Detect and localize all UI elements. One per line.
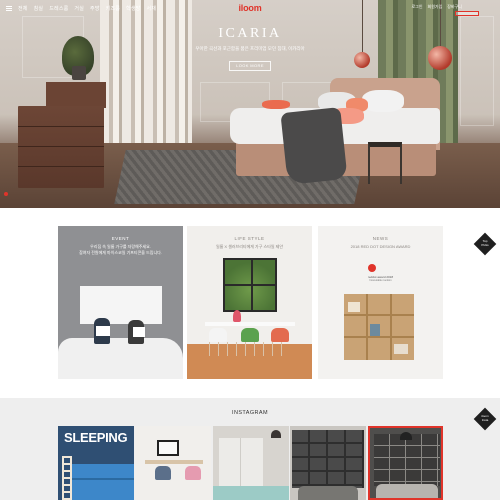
- hamburger-menu-icon[interactable]: [6, 5, 12, 11]
- bookshelf: [374, 434, 440, 486]
- nav-item[interactable]: 거실: [74, 5, 84, 12]
- nav-item[interactable]: 침실: [34, 5, 44, 12]
- lamp-cord: [362, 0, 363, 52]
- nav-item[interactable]: 학생방: [126, 5, 140, 12]
- card-text: 참여자 전원에게 마이스코일 기프티콘을 드립니다.: [79, 250, 162, 255]
- pendant-lamp-icon: [354, 52, 370, 68]
- bunk-bed: [72, 464, 134, 500]
- flower-vase: [233, 310, 241, 322]
- window-light: [80, 286, 162, 324]
- instagram-tile[interactable]: [368, 426, 443, 500]
- monitor: [157, 440, 179, 456]
- news-card[interactable]: NEWS 2018 RED DOT DESIGN AWARD reddot aw…: [318, 226, 443, 379]
- nav-item[interactable]: 주방: [90, 5, 100, 12]
- chair: [155, 466, 171, 480]
- green-window: [223, 258, 277, 312]
- instagram-tile[interactable]: [135, 426, 211, 500]
- card-category: EVENT: [111, 236, 130, 241]
- award-label: honourable mention: [369, 279, 392, 282]
- instagram-title: INSTAGRAM: [232, 410, 268, 416]
- dining-table: [205, 322, 295, 326]
- instagram-tile[interactable]: SLEEPING: [58, 426, 134, 500]
- shelf-item: [394, 344, 408, 354]
- wall-molding: [460, 16, 494, 126]
- chair-legs: [209, 342, 289, 356]
- pendant-lamp-icon: [428, 46, 452, 70]
- instagram-tile[interactable]: [213, 426, 289, 500]
- hero-title: ICARIA: [218, 26, 282, 41]
- desk: [145, 460, 203, 464]
- main-nav: 전체 침실 드레스룸 거실 주방 키즈룸 학생방 서재: [6, 3, 156, 13]
- shelf-item: [370, 324, 380, 336]
- chair: [209, 328, 227, 342]
- insta-tag-label: iloom Insta: [474, 414, 496, 422]
- nav-item[interactable]: 서재: [146, 5, 156, 12]
- tile-headline: SLEEPING: [64, 430, 128, 445]
- utility-nav: 로그인 회원가입 장바구니: [411, 4, 462, 10]
- plant-pot: [72, 66, 86, 80]
- shelf-item: [348, 302, 360, 312]
- sofa: [213, 486, 289, 500]
- search-input[interactable]: [455, 11, 479, 16]
- curtain-left: [100, 0, 192, 150]
- ladder: [62, 456, 72, 500]
- dresser: [18, 106, 104, 188]
- card-category: NEWS: [372, 236, 389, 241]
- sofa: [298, 486, 358, 500]
- pillow: [262, 100, 290, 109]
- nav-item[interactable]: 드레스룸: [49, 5, 68, 12]
- pendant-lamp-icon: [271, 430, 281, 438]
- instagram-tile[interactable]: [290, 426, 366, 500]
- look-more-button[interactable]: LOOK MORE: [229, 61, 271, 71]
- chair: [271, 328, 289, 342]
- util-cart[interactable]: 장바구니: [447, 4, 462, 10]
- util-join[interactable]: 회원가입: [428, 4, 443, 10]
- nav-item[interactable]: 키즈룸: [106, 5, 120, 12]
- dresser-upper: [46, 82, 106, 108]
- lifestyle-card[interactable]: LIFE STYLE 일룸 X 셀러브리티에게 가구 스타일 제안: [187, 226, 312, 379]
- bookshelf: [292, 430, 364, 488]
- book: [96, 326, 110, 336]
- card-text: 2018 RED DOT DESIGN AWARD: [350, 244, 411, 249]
- chair: [185, 466, 201, 480]
- pendant-lamp-icon: [400, 432, 412, 440]
- tag-line: Insta: [481, 417, 489, 422]
- sofa: [376, 484, 438, 498]
- util-login[interactable]: 로그인: [411, 4, 422, 10]
- card-text: 일룸 X 셀러브리티에게 가구 스타일 제안: [215, 244, 284, 249]
- nav-item[interactable]: 전체: [18, 5, 28, 12]
- event-card[interactable]: EVENT 우리집 속 일룸 가구를 자랑해주세요. 참여자 전원에게 마이스코…: [58, 226, 183, 379]
- card-category: LIFE STYLE: [234, 236, 265, 241]
- gray-throw-blanket: [280, 107, 348, 185]
- slide-indicator[interactable]: [4, 192, 8, 196]
- pillow: [362, 90, 404, 112]
- chair: [241, 328, 259, 342]
- hero-banner[interactable]: 전체 침실 드레스룸 거실 주방 키즈룸 학생방 서재 iloom 로그인 회원…: [0, 0, 500, 208]
- bed-sheets: [58, 338, 183, 379]
- hero-subtitle: 우아한 곡선과 포근함을 품은 프리미엄 모던 침대, 이카리아: [195, 46, 305, 51]
- book: [133, 327, 145, 337]
- side-table: [368, 142, 402, 184]
- iloom-logo[interactable]: iloom: [228, 3, 272, 13]
- tag-line: Picks: [481, 242, 489, 247]
- reddot-logo-icon: [368, 264, 376, 272]
- top-picks-tag-label: Top Picks: [474, 239, 496, 247]
